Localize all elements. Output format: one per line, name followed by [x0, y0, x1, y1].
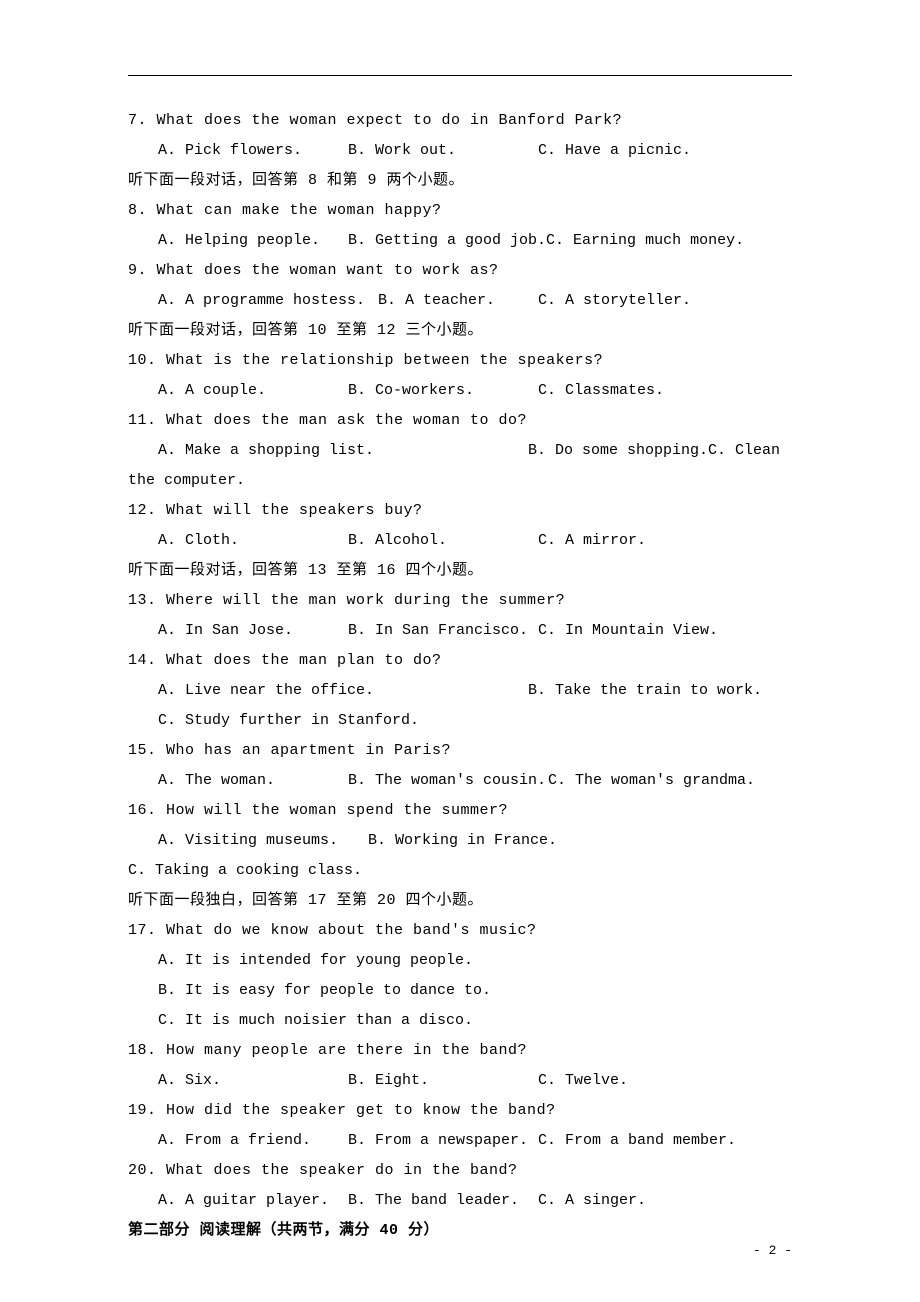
option-a: A. Live near the office.: [128, 676, 528, 706]
option-c: C. Clean: [708, 436, 780, 466]
instruction-17-20: 听下面一段独白，回答第 17 至第 20 四个小题。: [128, 886, 792, 916]
instruction-13-16: 听下面一段对话，回答第 13 至第 16 四个小题。: [128, 556, 792, 586]
option-c: C. A singer.: [538, 1186, 718, 1216]
options-row: A. Six. B. Eight. C. Twelve.: [128, 1066, 792, 1096]
question-block-8: 8. What can make the woman happy? A. Hel…: [128, 196, 792, 256]
question-block-9: 9. What does the woman want to work as? …: [128, 256, 792, 316]
question-block-20: 20. What does the speaker do in the band…: [128, 1156, 792, 1216]
option-a: A. Cloth.: [128, 526, 348, 556]
top-rule: [128, 75, 792, 76]
option-c-wrap: the computer.: [128, 466, 792, 496]
question-block-15: 15. Who has an apartment in Paris? A. Th…: [128, 736, 792, 796]
options-row: A. A guitar player. B. The band leader. …: [128, 1186, 792, 1216]
options-row: A. Cloth. B. Alcohol. C. A mirror.: [128, 526, 792, 556]
question-text: 7. What does the woman expect to do in B…: [128, 106, 792, 136]
question-block-16: 16. How will the woman spend the summer?…: [128, 796, 792, 886]
option-a: A. Visiting museums.: [128, 826, 368, 856]
question-block-13: 13. Where will the man work during the s…: [128, 586, 792, 646]
option-c: C. It is much noisier than a disco.: [128, 1006, 792, 1036]
options-stacked: A. It is intended for young people. B. I…: [128, 946, 792, 1036]
question-block-18: 18. How many people are there in the ban…: [128, 1036, 792, 1096]
option-c: C. Twelve.: [538, 1066, 718, 1096]
options-row: A. A programme hostess. B. A teacher. C.…: [128, 286, 792, 316]
option-a: A. It is intended for young people.: [128, 946, 792, 976]
option-b: B. The woman's cousin.: [348, 766, 548, 796]
question-block-12: 12. What will the speakers buy? A. Cloth…: [128, 496, 792, 556]
options-row: A. Pick flowers. B. Work out. C. Have a …: [128, 136, 792, 166]
option-b: B. In San Francisco.: [348, 616, 538, 646]
section-heading-reading: 第二部分 阅读理解（共两节，满分 40 分）: [128, 1216, 792, 1246]
option-b: B. Working in France.: [368, 826, 558, 856]
option-c: C. The woman's grandma.: [548, 766, 755, 796]
option-a: A. Pick flowers.: [128, 136, 348, 166]
option-c: C. In Mountain View.: [538, 616, 718, 646]
question-block-14: 14. What does the man plan to do? A. Liv…: [128, 646, 792, 736]
option-a: A. A guitar player.: [128, 1186, 348, 1216]
options-row: A. The woman. B. The woman's cousin. C. …: [128, 766, 792, 796]
option-b: B. Eight.: [348, 1066, 538, 1096]
option-a: A. From a friend.: [128, 1126, 348, 1156]
question-text: 17. What do we know about the band's mus…: [128, 916, 792, 946]
question-block-19: 19. How did the speaker get to know the …: [128, 1096, 792, 1156]
option-c: C. Earning much money.: [546, 226, 744, 256]
option-b: B. Work out.: [348, 136, 538, 166]
option-c: C. Have a picnic.: [538, 136, 718, 166]
option-c: C. From a band member.: [538, 1126, 736, 1156]
options-row: A. Helping people. B. Getting a good job…: [128, 226, 792, 256]
option-b: B. Getting a good job.: [348, 226, 546, 256]
options-row: A. Make a shopping list. B. Do some shop…: [128, 436, 792, 466]
question-text: 20. What does the speaker do in the band…: [128, 1156, 792, 1186]
options-row: A. A couple. B. Co-workers. C. Classmate…: [128, 376, 792, 406]
page-number: - 2 -: [753, 1238, 792, 1264]
question-text: 13. Where will the man work during the s…: [128, 586, 792, 616]
option-b: B. Alcohol.: [348, 526, 538, 556]
option-b: B. From a newspaper.: [348, 1126, 538, 1156]
option-c: C. A mirror.: [538, 526, 718, 556]
option-c: C. Classmates.: [538, 376, 718, 406]
option-a: A. A programme hostess.: [128, 286, 378, 316]
question-text: 18. How many people are there in the ban…: [128, 1036, 792, 1066]
question-text: 12. What will the speakers buy?: [128, 496, 792, 526]
option-c: C. Taking a cooking class.: [128, 856, 362, 886]
options-row: A. Live near the office. B. Take the tra…: [128, 676, 792, 736]
option-a: A. A couple.: [128, 376, 348, 406]
option-a: A. Six.: [128, 1066, 348, 1096]
question-block-10: 10. What is the relationship between the…: [128, 346, 792, 406]
option-b: B. Do some shopping.: [528, 436, 708, 466]
option-c: C. Study further in Stanford.: [128, 706, 792, 736]
question-text: 16. How will the woman spend the summer?: [128, 796, 792, 826]
option-a: A. Make a shopping list.: [128, 436, 528, 466]
option-a: A. The woman.: [128, 766, 348, 796]
option-b: B. It is easy for people to dance to.: [128, 976, 792, 1006]
question-text: 19. How did the speaker get to know the …: [128, 1096, 792, 1126]
option-b: B. A teacher.: [378, 286, 538, 316]
option-a: A. Helping people.: [128, 226, 348, 256]
instruction-10-12: 听下面一段对话，回答第 10 至第 12 三个小题。: [128, 316, 792, 346]
options-row: A. From a friend. B. From a newspaper. C…: [128, 1126, 792, 1156]
question-text: 11. What does the man ask the woman to d…: [128, 406, 792, 436]
instruction-8-9: 听下面一段对话，回答第 8 和第 9 两个小题。: [128, 166, 792, 196]
question-text: 8. What can make the woman happy?: [128, 196, 792, 226]
question-block-7: 7. What does the woman expect to do in B…: [128, 106, 792, 166]
option-a: A. In San Jose.: [128, 616, 348, 646]
option-b: B. The band leader.: [348, 1186, 538, 1216]
options-row: A. In San Jose. B. In San Francisco. C. …: [128, 616, 792, 646]
document-page: 7. What does the woman expect to do in B…: [0, 0, 920, 1302]
option-c: C. A storyteller.: [538, 286, 718, 316]
question-text: 14. What does the man plan to do?: [128, 646, 792, 676]
question-block-17: 17. What do we know about the band's mus…: [128, 916, 792, 1036]
option-b: B. Take the train to work.: [528, 676, 762, 706]
options-row: A. Visiting museums. B. Working in Franc…: [128, 826, 792, 886]
question-block-11: 11. What does the man ask the woman to d…: [128, 406, 792, 496]
question-text: 10. What is the relationship between the…: [128, 346, 792, 376]
option-b: B. Co-workers.: [348, 376, 538, 406]
question-text: 15. Who has an apartment in Paris?: [128, 736, 792, 766]
question-text: 9. What does the woman want to work as?: [128, 256, 792, 286]
